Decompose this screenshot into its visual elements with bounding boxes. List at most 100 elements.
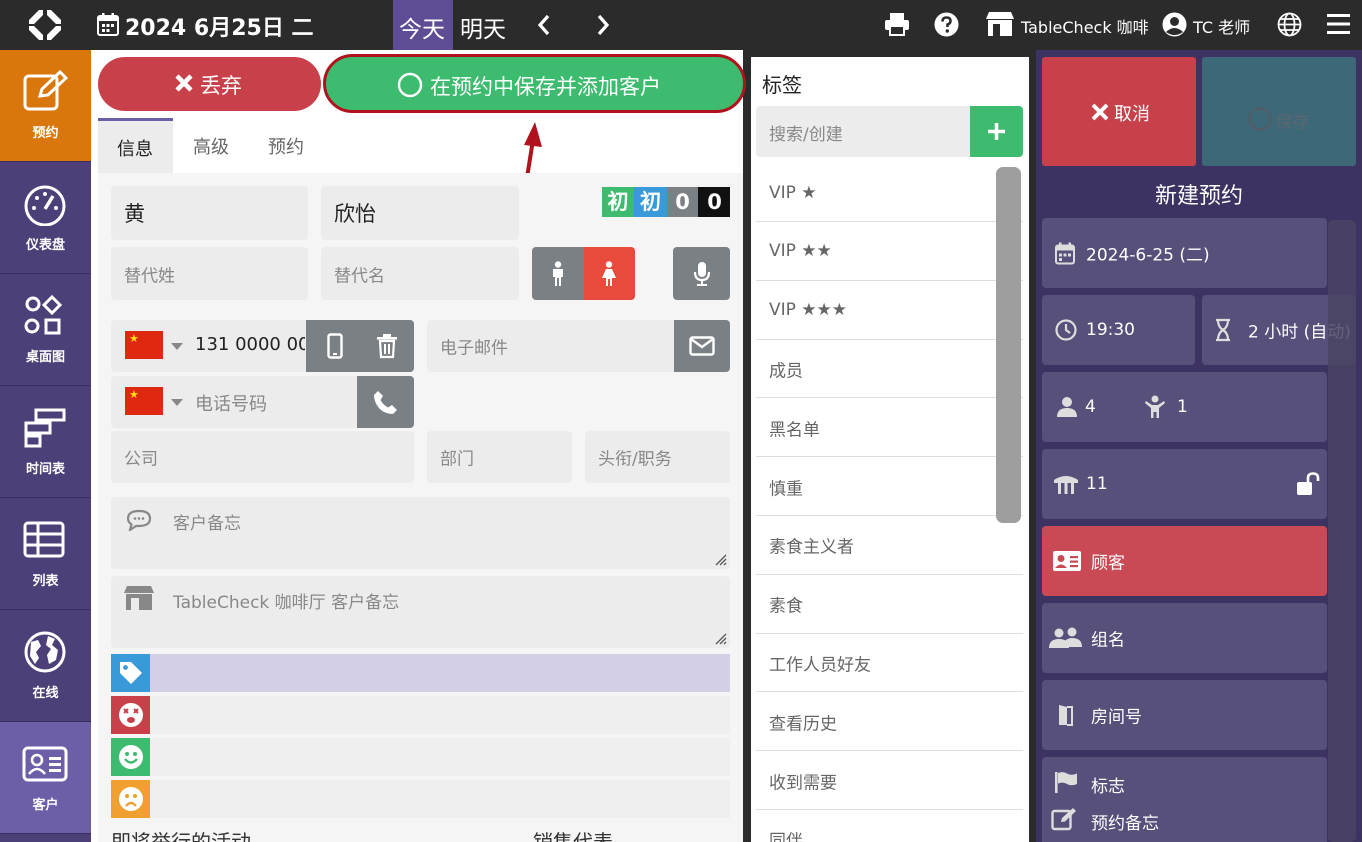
send-email-button[interactable] — [674, 320, 730, 372]
tag-list-item[interactable]: 慎重 — [756, 458, 1023, 516]
call-button[interactable] — [357, 376, 414, 428]
customer-section-button[interactable]: 顾客 — [1042, 526, 1327, 596]
discard-button[interactable]: 丢弃 — [98, 57, 321, 111]
tag-list-item[interactable]: 同伴 — [756, 811, 1023, 842]
tag-list-item[interactable]: 工作人员好友 — [756, 634, 1023, 693]
children-value: 1 — [1177, 397, 1188, 417]
table-value: 11 — [1086, 474, 1108, 494]
caret-down-icon[interactable] — [171, 343, 183, 350]
clock-icon — [1055, 319, 1077, 341]
reservation-time-field[interactable]: 19:30 — [1042, 295, 1195, 365]
customer-memo-textarea[interactable]: 客户备忘 — [111, 497, 730, 569]
chevron-right-icon[interactable] — [594, 13, 612, 37]
unlock-icon[interactable] — [1296, 472, 1322, 496]
alt-first-name-input[interactable]: 替代名 — [321, 247, 519, 300]
dislike-strip[interactable] — [111, 696, 730, 734]
tag-list-item[interactable]: 黑名单 — [756, 399, 1023, 458]
badge-cancel-count: 0 — [699, 187, 730, 217]
tag-item-label: 素食 — [769, 596, 803, 617]
tag-list-item[interactable]: VIP ★★★ — [756, 282, 1023, 340]
app-logo-icon[interactable] — [26, 7, 64, 43]
nav-item-list[interactable]: 列表 — [0, 498, 91, 610]
table-field[interactable]: 11 — [1042, 449, 1327, 519]
flag-memo-section[interactable]: 标志 预约备忘 — [1042, 757, 1327, 842]
tab-reservations[interactable]: 预约 — [268, 133, 304, 159]
tag-list-item[interactable]: VIP ★★ — [756, 223, 1023, 281]
nav-item-timetable[interactable]: 时间表 — [0, 386, 91, 498]
reservation-date-field[interactable]: 2024-6-25 (二) — [1042, 218, 1327, 288]
save-button[interactable]: 保存 — [1202, 57, 1356, 166]
tag-list-item[interactable]: 成员 — [756, 340, 1023, 399]
female-button[interactable] — [584, 247, 635, 300]
room-number-field[interactable]: 房间号 — [1042, 680, 1327, 750]
first-name-input[interactable]: 欣怡 — [321, 186, 519, 240]
circle-icon — [1248, 107, 1272, 131]
nav-item-reservation[interactable]: 预约 — [0, 50, 91, 162]
tab-label: 信息 — [117, 139, 153, 160]
tag-list-item[interactable]: 查看历史 — [756, 693, 1023, 752]
group-name-field[interactable]: 组名 — [1042, 603, 1327, 673]
resize-handle-icon[interactable] — [714, 632, 727, 645]
current-date[interactable]: 2024 6月25日 二 — [125, 10, 313, 42]
floorplan-icon — [24, 294, 63, 335]
save-label: 保存 — [1275, 113, 1309, 133]
voice-input-button[interactable] — [673, 247, 730, 300]
language-globe-icon[interactable] — [1277, 12, 1302, 37]
user-avatar-icon[interactable] — [1162, 12, 1187, 37]
customer-section-label: 顾客 — [1091, 553, 1125, 574]
nav-item-floorplan[interactable]: 桌面图 — [0, 274, 91, 386]
mobile-phone-icon[interactable] — [327, 333, 343, 359]
save-and-add-customer-button[interactable]: 在预约中保存并添加客户 — [323, 54, 746, 113]
caret-down-icon[interactable] — [171, 399, 183, 406]
venue-name[interactable]: TableCheck 咖啡 — [1021, 14, 1149, 38]
new-reservation-title: 新建预约 — [1154, 184, 1243, 209]
company-input[interactable]: 公司 — [111, 431, 414, 483]
alt-last-name-input[interactable]: 替代姓 — [111, 247, 308, 300]
male-button[interactable] — [532, 247, 584, 300]
tag-search-placeholder: 搜索/创建 — [769, 125, 843, 145]
users-icon — [1049, 627, 1082, 648]
tag-list-item[interactable]: 素食 — [756, 576, 1023, 634]
help-icon[interactable] — [934, 12, 959, 37]
add-tag-button[interactable] — [970, 106, 1023, 157]
nav-item-online[interactable]: 在线 — [0, 610, 91, 722]
today-button[interactable]: 今天 — [393, 0, 453, 50]
tag-list-item[interactable]: 素食主义者 — [756, 517, 1023, 575]
tab-info[interactable]: 信息 — [98, 118, 173, 173]
tags-panel: 标签 搜索/创建 VIP ★ VIP ★★ VIP ★★★ 成员 黑名单 慎重 素食主义者素… — [751, 57, 1029, 842]
cancel-button[interactable]: 取消 — [1042, 57, 1196, 166]
reservation-panel-scrollbar[interactable] — [1328, 220, 1356, 842]
tags-strip[interactable] — [111, 654, 730, 692]
tag-list-item[interactable]: VIP ★ — [756, 164, 1023, 222]
china-flag-icon[interactable]: ★ — [125, 387, 163, 415]
resize-handle-icon[interactable] — [714, 553, 727, 566]
party-size-field[interactable]: 4 1 — [1042, 372, 1327, 442]
cancel-label: 取消 — [1114, 104, 1150, 125]
venue-memo-textarea[interactable]: TableCheck 咖啡厅 客户备忘 — [111, 576, 730, 648]
tag-item-label: 成员 — [769, 361, 803, 382]
tag-list-scrollbar[interactable] — [996, 167, 1021, 523]
tag-search-input[interactable]: 搜索/创建 — [756, 106, 970, 157]
like-strip[interactable] — [111, 738, 730, 776]
nav-item-customer[interactable]: 客户 — [0, 722, 91, 834]
trash-icon[interactable] — [376, 333, 398, 359]
last-name-input[interactable]: 黄 — [111, 186, 308, 240]
tomorrow-button[interactable]: 明天 — [460, 10, 506, 44]
tag-item-label: VIP ★ — [769, 182, 817, 203]
job-title-input[interactable]: 头衔/职务 — [585, 431, 730, 483]
concern-strip[interactable] — [111, 780, 730, 818]
hamburger-menu-icon[interactable] — [1327, 13, 1350, 35]
table-icon — [23, 521, 65, 558]
user-name[interactable]: TC 老师 — [1193, 14, 1250, 38]
tab-advanced[interactable]: 高级 — [193, 133, 229, 159]
calendar-icon — [1055, 242, 1075, 265]
china-flag-icon[interactable]: ★ — [125, 331, 163, 359]
chevron-left-icon[interactable] — [535, 13, 553, 37]
tag-list-item[interactable]: 收到需要 — [756, 752, 1023, 810]
department-input[interactable]: 部门 — [427, 431, 572, 483]
nav-item-dashboard[interactable]: 仪表盘 — [0, 162, 91, 274]
sales-rep-heading: 销售代表 — [533, 830, 613, 842]
phone-actions — [306, 320, 414, 372]
left-navigation: 预约 仪表盘 桌面图 时间表 列表 在线 客户 — [0, 50, 91, 842]
printer-icon[interactable] — [884, 12, 910, 36]
